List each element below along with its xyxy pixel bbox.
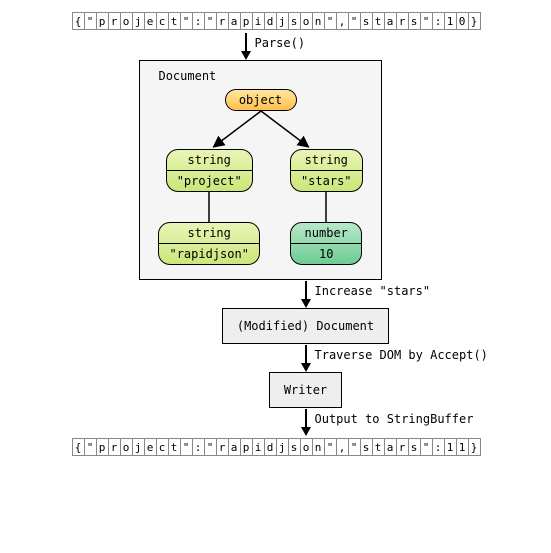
label-output: Output to StringBuffer — [315, 412, 474, 426]
arrow-increase: Increase "stars" — [301, 280, 311, 308]
arrow-parse: Parse() — [241, 32, 251, 60]
json-char: } — [468, 12, 481, 30]
document-title: Document — [158, 69, 362, 83]
arrow-traverse: Traverse DOM by Accept() — [301, 344, 311, 372]
node-key2-type: string — [291, 150, 362, 170]
input-json-row: {"project":"rapidjson","stars":10} — [72, 12, 480, 30]
document-box: Document object string — [139, 60, 381, 280]
node-val2-value: 10 — [291, 244, 361, 264]
modified-document-box: (Modified) Document — [222, 308, 389, 344]
node-val1-type: string — [159, 223, 258, 243]
arrow-output: Output to StringBuffer — [301, 408, 311, 436]
label-traverse: Traverse DOM by Accept() — [315, 348, 488, 362]
node-val1-value: "rapidjson" — [159, 244, 258, 264]
node-key1: string "project" — [166, 149, 253, 192]
connector-k2 — [316, 192, 336, 222]
json-char: } — [468, 438, 481, 456]
node-val1: string "rapidjson" — [158, 222, 259, 265]
writer-label: Writer — [284, 383, 327, 397]
node-root-type: object — [226, 90, 296, 110]
node-key2: string "stars" — [290, 149, 363, 192]
node-root-object: object — [225, 89, 297, 111]
modified-document-label: (Modified) Document — [237, 319, 374, 333]
node-val2: number 10 — [290, 222, 362, 265]
connector-k1 — [199, 192, 219, 222]
writer-box: Writer — [269, 372, 342, 408]
output-json-row: {"project":"rapidjson","stars":11} — [72, 438, 480, 456]
connector-root — [171, 111, 351, 149]
node-key1-type: string — [167, 150, 252, 170]
node-key1-value: "project" — [167, 171, 252, 191]
label-increase: Increase "stars" — [315, 284, 431, 298]
node-val2-type: number — [291, 223, 361, 243]
label-parse: Parse() — [255, 36, 306, 50]
node-key2-value: "stars" — [291, 171, 362, 191]
